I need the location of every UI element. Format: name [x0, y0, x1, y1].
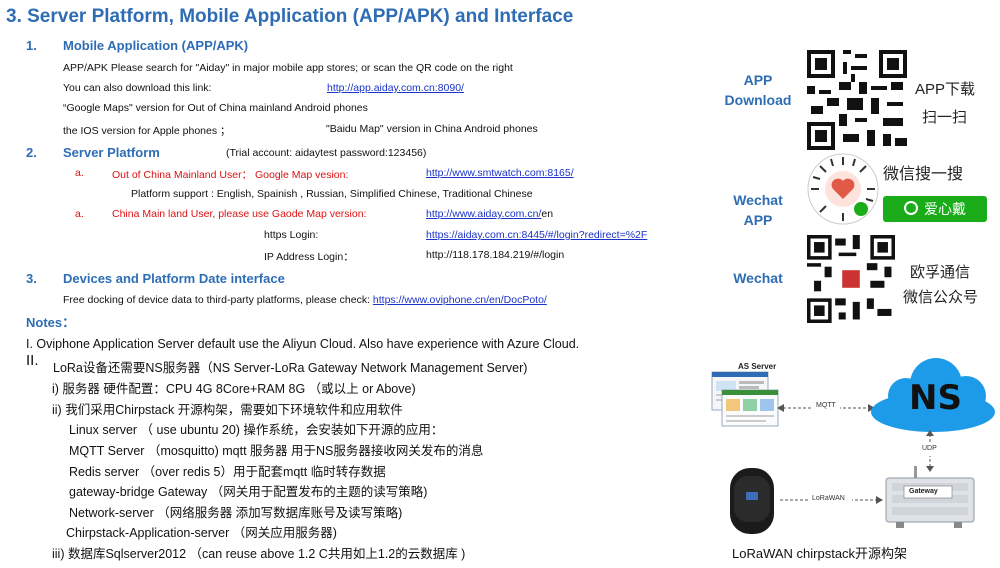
mini-program-code[interactable]	[807, 153, 879, 225]
platform-support-text: Platform support : English, Spainish , R…	[131, 188, 533, 200]
china-server-link-suffix: en	[541, 208, 554, 220]
wechat-app-label: Wechat APP	[718, 190, 798, 230]
lorawan-architecture-diagram: AS Server MQTT NS UDP LoRaWAN Gateway Lo…	[708, 350, 1000, 563]
app-label-line1: APP	[743, 72, 773, 88]
note-2-marker: II.	[26, 352, 39, 369]
section-3-number: 3.	[26, 271, 37, 286]
data-interface-text: Free docking of device data to third-par…	[63, 294, 547, 306]
ns-label: NS	[909, 378, 962, 418]
qr-pattern-icon	[807, 50, 907, 150]
section-2-number: 2.	[26, 145, 37, 160]
https-login-link[interactable]: https://aiday.com.cn:8445/#/login?redire…	[426, 229, 647, 241]
ios-version-text: the IOS version for Apple phones ；	[63, 125, 231, 137]
overseas-user-label: Out of China Mainland User： Google Map v…	[112, 169, 349, 181]
search-icon	[904, 201, 918, 215]
note-2-ii: ii) 我们采用Chirpstack 开源构架，需要如下环境软件和应用软件	[52, 403, 403, 417]
mini-program-search-button[interactable]: 爱心戴	[883, 196, 987, 222]
overseas-server-link[interactable]: http://www.smtwatch.com:8165/	[426, 167, 574, 179]
gateway-label: Gateway	[909, 488, 938, 495]
note-redis: Redis server （over redis 5）用于配套mqtt 临时转存…	[69, 465, 386, 479]
data-interface-label: Free docking of device data to third-par…	[63, 294, 373, 306]
wechat-label: Wechat	[733, 270, 783, 286]
app-search-text: APP/APK Please search for "Aiday" in maj…	[63, 62, 513, 74]
note-2-i: i) 服务器 硬件配置：CPU 4G 8Core+RAM 8G （或以上 or …	[52, 382, 416, 396]
china-user-label: China Main land User, please use Gaode M…	[112, 208, 367, 220]
note-1: I. Oviphone Application Server default u…	[26, 337, 580, 351]
note-2-iii: iii) 数据库Sqlserver2012 （can reuse above 1…	[52, 547, 466, 561]
note-2: LoRa设备还需要NS服务器（NS Server-LoRa Gateway Ne…	[53, 361, 528, 375]
as-server-label: AS Server	[738, 362, 777, 371]
note-gateway: gateway-bridge Gateway （网关用于配置发布的主题的读写策略…	[69, 485, 428, 499]
wechat-official-qr-code[interactable]	[807, 235, 895, 323]
china-server-link-row: http://www.aiday.com.cn/en	[426, 208, 553, 220]
https-login-label: https Login:	[264, 229, 319, 241]
notes-heading: Notes：	[26, 315, 76, 330]
ip-login-value: http://118.178.184.219/#/login	[426, 249, 565, 261]
watch-device-icon	[730, 468, 774, 534]
company-name-cn: 欧孚通信	[910, 264, 971, 281]
wechat-app-line1: Wechat	[733, 192, 783, 208]
google-maps-version-text: “Google Maps" version for Out of China m…	[63, 102, 368, 114]
section-2-heading: Server Platform	[63, 145, 160, 160]
diagram-caption: LoRaWAN chirpstack开源构架	[732, 546, 908, 561]
ip-login-label: IP Address Login：	[264, 251, 354, 263]
item-a1-marker: a.	[75, 167, 84, 179]
wechat-app-line2: APP	[743, 212, 773, 228]
note-mqtt: MQTT Server （mosquitto) mqtt 服务器 用于NS服务器…	[69, 444, 484, 458]
section-3-heading: Devices and Platform Date interface	[63, 271, 285, 286]
udp-label: UDP	[922, 445, 937, 452]
mini-program-button-label: 爱心戴	[924, 201, 966, 217]
note-linux: Linux server （ use ubuntu 20) 操作系统，会安装如下…	[69, 423, 444, 437]
gateway-device-icon	[885, 466, 975, 528]
page-title: 3. Server Platform, Mobile Application (…	[6, 6, 574, 27]
app-download-qr-code[interactable]	[807, 50, 907, 150]
mqtt-label: MQTT	[816, 402, 836, 409]
item-a2-marker: a.	[75, 208, 84, 220]
note-network: Network-server （网络服务器 添加写数据库账号及读写策略)	[69, 506, 403, 520]
as-server-thumbnail-icon	[711, 371, 779, 427]
trial-account-text: (Trial account: aidaytest password:12345…	[226, 147, 427, 159]
wechat-search-cn: 微信搜一搜	[883, 166, 964, 183]
app-download-label: APP Download	[718, 70, 798, 110]
scan-cn: 扫一扫	[922, 109, 968, 126]
api-doc-link[interactable]: https://www.oviphone.cn/en/DocPoto/	[373, 294, 547, 306]
note-chirpstack: Chirpstack-Application-server （网关应用服务器)	[66, 526, 337, 540]
mini-program-icon	[807, 153, 879, 225]
section-1-number: 1.	[26, 38, 37, 53]
baidu-map-version-text: "Baidu Map" version in China Android pho…	[326, 123, 538, 135]
qr-pattern-icon	[807, 235, 895, 323]
app-label-line2: Download	[724, 92, 792, 108]
china-server-link[interactable]: http://www.aiday.com.cn/	[426, 208, 541, 220]
wechat-official-account-cn: 微信公众号	[903, 289, 979, 306]
app-download-cn: APP下载	[915, 81, 976, 98]
section-1-heading: Mobile Application (APP/APK)	[63, 38, 249, 53]
lorawan-label: LoRaWAN	[812, 495, 845, 502]
app-download-link[interactable]: http://app.aiday.com.cn:8090/	[327, 82, 464, 94]
download-link-label: You can also download this link:	[63, 82, 212, 94]
